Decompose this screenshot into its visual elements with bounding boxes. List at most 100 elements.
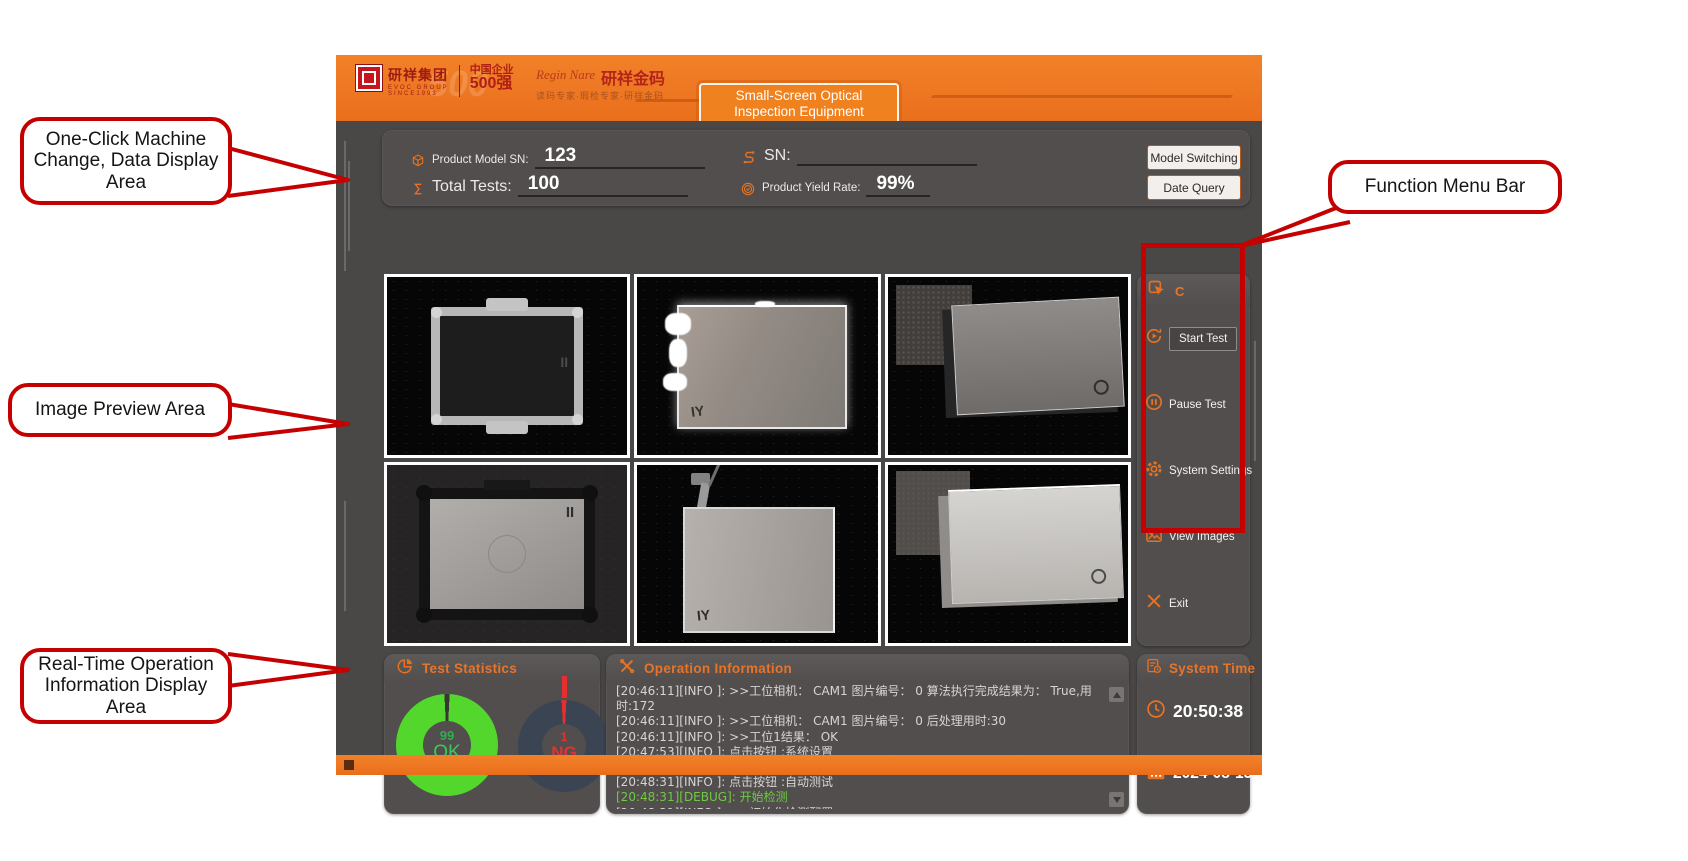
data-display-panel: Product Model SN: 123 Total Tests: 100 S… — [382, 130, 1250, 206]
product-screen: IY — [677, 305, 847, 429]
camera-image-cell-5[interactable]: IY — [634, 462, 880, 646]
camera-image-cell-6[interactable] — [885, 462, 1131, 646]
glare-highlight — [663, 373, 687, 391]
camera-image-cell-2[interactable]: IY — [634, 274, 880, 458]
pause-icon — [1144, 392, 1164, 417]
callout-text: Real-Time Operation Information Display … — [32, 654, 220, 718]
callout-text: One-Click Machine Change, Data Display A… — [32, 129, 220, 193]
date-query-button[interactable]: Date Query — [1147, 175, 1241, 200]
total-tests-label: Total Tests: — [432, 178, 512, 197]
glare-highlight — [665, 313, 691, 335]
ng-slice-tick — [562, 676, 567, 698]
pause-test-button[interactable]: Pause Test — [1144, 392, 1246, 417]
log-line: [20:48:31][INFO ]: 点击按钮 :自动测试 — [616, 775, 1105, 790]
logo-text-block: 研祥集团 EVOC GROUP SINCE1993 — [388, 65, 449, 97]
product-sheet — [951, 297, 1125, 416]
glare-highlight — [755, 301, 775, 307]
log-line: 时:172 — [616, 699, 1105, 714]
callout-pointer-right — [222, 646, 352, 694]
camera-image-cell-4[interactable]: II — [384, 462, 630, 646]
logo-rank-block: 中国企业 500强 — [470, 65, 514, 92]
callout-data-display-area: One-Click Machine Change, Data Display A… — [20, 117, 232, 205]
start-test-icon — [1144, 326, 1164, 351]
screenshot-stage: 500 研祥集团 EVOC GROUP SINCE1993 中国企业 500强 … — [0, 0, 1688, 861]
product-marking: II — [566, 504, 574, 521]
total-tests-value: 100 — [518, 174, 688, 197]
glare-highlight — [669, 339, 687, 367]
operation-information-header: Operation Information — [606, 654, 1129, 682]
image-preview-grid: II IY — [384, 274, 1131, 646]
logo-script-text: Regin Nare — [536, 67, 595, 83]
view-images-button[interactable]: View Images — [1144, 525, 1246, 550]
yield-value: 99% — [866, 174, 930, 197]
clock-icon — [1145, 698, 1167, 725]
callout-text: Image Preview Area — [35, 399, 205, 420]
product-marking: II — [560, 354, 568, 370]
camera-image-cell-3[interactable] — [885, 274, 1131, 458]
yield-label: Product Yield Rate: — [762, 182, 860, 197]
close-icon — [1144, 591, 1164, 616]
log-line: [20:46:11][INFO ]: >>工位相机： CAM1 图片编号： 0 … — [616, 684, 1105, 699]
callout-function-menu-bar: Function Menu Bar — [1328, 160, 1562, 214]
callout-text: Function Menu Bar — [1365, 176, 1526, 197]
view-images-label: View Images — [1169, 531, 1235, 543]
total-tests-field: Total Tests: 100 — [410, 174, 688, 197]
system-time-panel: System Time 20:50:38 2024-08-15 — [1137, 654, 1250, 814]
logo-brand-name: 研祥金码 — [601, 65, 665, 89]
log-scroll-down-button[interactable] — [1109, 792, 1124, 807]
arrow-down-icon — [1113, 797, 1121, 803]
ng-count: 1 — [561, 731, 568, 743]
start-test-button[interactable]: Start Test — [1144, 326, 1246, 351]
exit-button[interactable]: Exit — [1144, 591, 1246, 616]
function-menu-panel: C Start Test Pause Test — [1137, 274, 1250, 646]
app-title-line2: Inspection Equipment — [734, 104, 864, 120]
model-switching-button[interactable]: Model Switching — [1147, 145, 1241, 170]
yield-check-icon — [740, 181, 756, 197]
logo-group-name: 研祥集团 — [388, 65, 449, 85]
flow-connector-icon — [740, 148, 758, 166]
body-edge-decoration — [344, 501, 346, 611]
pause-test-label: Pause Test — [1169, 399, 1226, 411]
app-title: Small-Screen Optical Inspection Equipmen… — [699, 83, 899, 121]
test-statistics-panel: Test Statistics 99 OK 1 NG — [384, 654, 600, 814]
callout-pointer-right — [222, 398, 352, 446]
sn-field: SN: — [740, 144, 977, 166]
logo-mark-icon — [356, 65, 382, 91]
app-body: Product Model SN: 123 Total Tests: 100 S… — [336, 121, 1262, 755]
body-edge-decoration — [1254, 341, 1256, 461]
start-test-label: Start Test — [1169, 327, 1237, 351]
callout-realtime-info-area: Real-Time Operation Information Display … — [20, 648, 232, 724]
clock-row: 20:50:38 — [1145, 698, 1243, 725]
logo-tagline: 读码专家·瑕检专家·研祥金码 — [536, 89, 664, 102]
cable — [708, 462, 721, 486]
callout-pointer-right — [222, 140, 352, 202]
sn-label: SN: — [764, 147, 791, 166]
sigma-icon — [410, 181, 426, 197]
app-title-line1: Small-Screen Optical — [736, 88, 863, 104]
exit-label: Exit — [1169, 598, 1188, 610]
logo-divider — [459, 65, 460, 97]
log-line-debug: [20:48:31][DEBUG]: 开始检测 — [616, 790, 1105, 805]
yield-field: Product Yield Rate: 99% — [740, 174, 930, 197]
callout-image-preview-area: Image Preview Area — [8, 383, 232, 437]
ok-count: 99 — [440, 729, 454, 742]
log-line: [20:48:31][INFO ]: >>初始化检测配置 — [616, 806, 1105, 809]
schedule-icon — [1145, 657, 1163, 680]
product-sheet — [948, 484, 1124, 604]
camera-image-cell-1[interactable]: II — [384, 274, 630, 458]
operation-log[interactable]: [20:46:11][INFO ]: >>工位相机： CAM1 图片编号： 0 … — [616, 684, 1105, 809]
function-menu-header: C — [1137, 274, 1250, 308]
product-model-value: 123 — [535, 146, 705, 169]
product-marking: IY — [690, 402, 705, 420]
log-line: [20:46:11][INFO ]: >>工位相机： CAM1 图片编号： 0 … — [616, 714, 1105, 729]
function-menu-label: C — [1175, 284, 1184, 299]
product-frame: II — [431, 307, 583, 425]
operation-information-title: Operation Information — [644, 661, 792, 676]
company-logo: 研祥集团 EVOC GROUP SINCE1993 中国企业 500强 — [356, 65, 514, 97]
product-model-label: Product Model SN: — [432, 154, 529, 169]
app-window: 500 研祥集团 EVOC GROUP SINCE1993 中国企业 500强 … — [336, 55, 1262, 775]
app-footer — [336, 755, 1262, 775]
log-scroll-up-button[interactable] — [1109, 687, 1124, 702]
function-menu-items: Start Test Pause Test System Settings — [1137, 318, 1250, 630]
system-settings-button[interactable]: System Settings — [1144, 459, 1246, 484]
